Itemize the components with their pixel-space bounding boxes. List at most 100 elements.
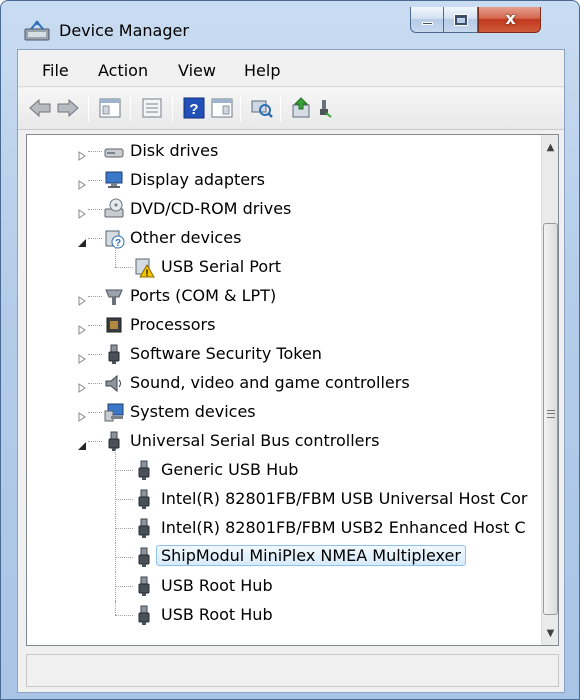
tree-connector-line bbox=[115, 514, 116, 543]
tree-connector-line bbox=[88, 441, 102, 442]
expand-arrow-icon[interactable] bbox=[77, 349, 87, 364]
tree-connector-line bbox=[88, 325, 102, 326]
menu-help[interactable]: Help bbox=[244, 61, 280, 80]
scan-hardware-icon[interactable] bbox=[250, 97, 274, 119]
collapse-arrow-icon[interactable] bbox=[77, 436, 87, 450]
usb-plug-icon bbox=[138, 489, 150, 509]
expand-arrow-icon[interactable] bbox=[77, 378, 87, 393]
tree-category-row[interactable]: DVD/CD-ROM drives bbox=[27, 195, 541, 223]
collapse-arrow-icon[interactable] bbox=[77, 233, 87, 247]
scroll-up-arrow[interactable]: ▲ bbox=[542, 139, 559, 156]
tree-item-label: USB Root Hub bbox=[161, 605, 273, 624]
tree-device-row[interactable]: USB Root Hub bbox=[27, 601, 541, 629]
tree-item-label: System devices bbox=[130, 402, 256, 421]
expand-arrow-icon[interactable] bbox=[77, 175, 87, 190]
expand-arrow-icon[interactable] bbox=[77, 204, 87, 219]
menu-action[interactable]: Action bbox=[98, 61, 148, 80]
toolbar-separator bbox=[240, 96, 241, 122]
tree-item-label: Disk drives bbox=[130, 141, 219, 160]
tree-category-row[interactable]: Processors bbox=[27, 311, 541, 339]
close-button[interactable]: x bbox=[478, 7, 541, 33]
tree-item-label: Other devices bbox=[130, 228, 242, 247]
console-tree-icon[interactable] bbox=[210, 97, 234, 119]
tree-category-row[interactable]: Disk drives bbox=[27, 137, 541, 165]
tree-item-label: DVD/CD-ROM drives bbox=[130, 199, 292, 218]
tree-category-row[interactable]: Ports (COM & LPT) bbox=[27, 282, 541, 310]
warning-device-icon: ! bbox=[135, 258, 155, 278]
processor-icon bbox=[106, 317, 122, 333]
menu-file[interactable]: File bbox=[42, 61, 69, 80]
update-driver-icon[interactable] bbox=[290, 97, 314, 119]
tree-item-label: USB Root Hub bbox=[161, 576, 273, 595]
usb-plug-icon bbox=[138, 518, 150, 538]
tree-connector-line bbox=[88, 209, 102, 210]
disable-device-icon[interactable] bbox=[318, 97, 332, 119]
tree-category-row[interactable]: Software Security Token bbox=[27, 340, 541, 368]
tree-device-row[interactable]: Intel(R) 82801FB/FBM USB Universal Host … bbox=[27, 485, 541, 514]
properties-icon[interactable] bbox=[140, 97, 164, 119]
dvd-drive-icon bbox=[104, 198, 124, 218]
expand-arrow-icon[interactable] bbox=[77, 320, 87, 335]
tree-device-row[interactable]: Generic USB Hub bbox=[27, 450, 541, 485]
usb-plug-icon bbox=[108, 344, 120, 364]
device-tree-panel: Disk drives Display adapters DVD/CD-ROM dr… bbox=[26, 134, 559, 646]
tree-category-row[interactable]: Universal Serial Bus controllers bbox=[27, 427, 541, 455]
tree-connector-line bbox=[115, 528, 133, 529]
expand-arrow-icon[interactable] bbox=[77, 291, 87, 306]
toolbar-separator bbox=[280, 96, 281, 122]
help-icon[interactable]: ? bbox=[182, 97, 206, 119]
speaker-icon bbox=[105, 374, 121, 393]
other-devices-icon: ? bbox=[105, 230, 125, 249]
device-manager-app-icon bbox=[24, 20, 50, 41]
menu-view[interactable]: View bbox=[178, 61, 216, 80]
maximize-button[interactable] bbox=[444, 7, 478, 33]
tree-connector-line bbox=[115, 543, 116, 572]
tree-connector-line bbox=[115, 267, 133, 268]
tree-item-label: Intel(R) 82801FB/FBM USB Universal Host … bbox=[161, 489, 528, 508]
client-area: File Action View Help ? Disk drives Disp… bbox=[17, 49, 565, 693]
usb-plug-icon bbox=[108, 431, 120, 451]
tree-device-row[interactable]: Intel(R) 82801FB/FBM USB2 Enhanced Host … bbox=[27, 514, 541, 543]
scrollbar-grip-icon bbox=[547, 410, 555, 418]
disk-drive-icon bbox=[104, 148, 124, 158]
show-hide-tree-icon[interactable] bbox=[98, 97, 122, 119]
minimize-button[interactable] bbox=[410, 7, 444, 33]
tree-device-row[interactable]: USB Root Hub bbox=[27, 572, 541, 601]
tree-item-label: USB Serial Port bbox=[161, 257, 282, 276]
tree-connector-line bbox=[88, 238, 102, 239]
scrollbar-thumb[interactable] bbox=[543, 223, 558, 615]
usb-plug-icon bbox=[138, 460, 150, 480]
forward-arrow-icon[interactable] bbox=[56, 97, 80, 119]
vertical-scrollbar[interactable]: ▲ ▼ bbox=[541, 135, 558, 645]
tree-item-label: Universal Serial Bus controllers bbox=[130, 431, 380, 450]
window-title: Device Manager bbox=[59, 21, 189, 40]
tree-connector-line bbox=[115, 557, 133, 558]
status-bar bbox=[26, 654, 559, 687]
tree-category-row[interactable]: Sound, video and game controllers bbox=[27, 369, 541, 397]
display-adapter-icon bbox=[105, 171, 123, 188]
tree-device-row[interactable]: ! USB Serial Port bbox=[27, 247, 541, 281]
back-arrow-icon[interactable] bbox=[28, 97, 52, 119]
scroll-down-arrow[interactable]: ▼ bbox=[542, 625, 559, 642]
tree-category-row[interactable]: Display adapters bbox=[27, 166, 541, 194]
maximize-icon bbox=[455, 15, 467, 25]
toolbar-separator bbox=[172, 96, 173, 122]
title-bar[interactable]: Device Manager x bbox=[1, 1, 579, 49]
tree-connector-line bbox=[115, 586, 133, 587]
tree-connector-line bbox=[115, 450, 116, 485]
expand-arrow-icon[interactable] bbox=[77, 407, 87, 422]
tree-connector-line bbox=[88, 412, 102, 413]
device-manager-window: Device Manager x File Action View Help ?… bbox=[0, 0, 580, 700]
expand-arrow-icon[interactable] bbox=[77, 146, 87, 161]
toolbar-separator bbox=[88, 96, 89, 122]
tree-item-label: Generic USB Hub bbox=[161, 460, 299, 479]
tree-category-row[interactable]: ? Other devices bbox=[27, 224, 541, 252]
svg-text:?: ? bbox=[189, 101, 198, 118]
tree-item-label: Processors bbox=[130, 315, 216, 334]
tree-category-row[interactable]: System devices bbox=[27, 398, 541, 426]
tree-connector-line bbox=[115, 247, 116, 267]
tree-device-row[interactable]: ShipModul MiniPlex NMEA Multiplexer bbox=[27, 543, 541, 572]
device-tree[interactable]: Disk drives Display adapters DVD/CD-ROM dr… bbox=[27, 135, 541, 645]
usb-plug-icon bbox=[138, 576, 150, 596]
tree-connector-line bbox=[115, 572, 116, 601]
